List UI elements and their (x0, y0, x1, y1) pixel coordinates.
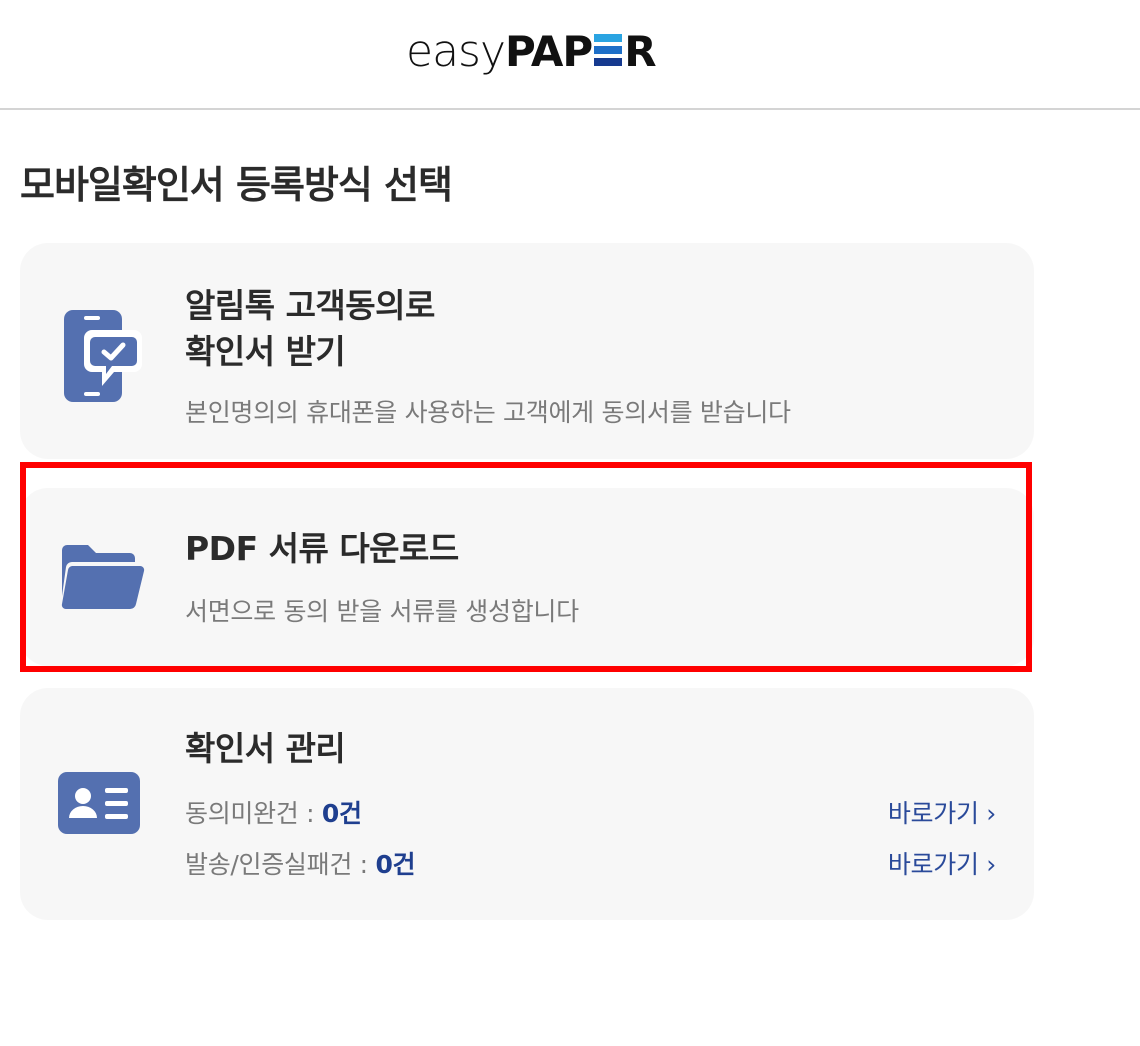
logo-r-text: R (624, 27, 656, 76)
failed-send-auth-label: 발송/인증실패건 : (185, 850, 376, 879)
phone-chat-check-icon (64, 310, 142, 402)
page-title: 모바일확인서 등록방식 선택 (20, 163, 453, 207)
option-alimtalk-title-line1: 알림톡 고객동의로 (185, 286, 435, 325)
pending-consent-label: 동의미완건 : (185, 799, 322, 828)
option-pdf-description: 서면으로 동의 받을 서류를 생성합니다 (185, 597, 579, 626)
option-alimtalk-card[interactable]: 알림톡 고객동의로 확인서 받기 본인명의의 휴대폰을 사용하는 고객에게 동의… (20, 243, 1034, 459)
manage-title: 확인서 관리 (185, 729, 346, 768)
option-alimtalk-description: 본인명의의 휴대폰을 사용하는 고객에게 동의서를 받습니다 (185, 398, 791, 427)
logo-pap-text: PAP (505, 27, 593, 76)
option-alimtalk-title-line2: 확인서 받기 (185, 332, 346, 371)
app-header: easy PAP R (0, 0, 1140, 110)
failed-send-auth-goto-link[interactable]: 바로가기 › (888, 845, 996, 881)
folder-icon (61, 545, 145, 610)
option-pdf-card[interactable]: PDF 서류 다운로드 서면으로 동의 받을 서류를 생성합니다 (20, 488, 1034, 666)
logo-e-mark-icon (594, 34, 623, 66)
easypaper-logo[interactable]: easy PAP R (406, 24, 657, 77)
manage-confirmations-card: 확인서 관리 동의미완건 : 0건 바로가기 › 발송/인증실패건 : 0건 바… (20, 688, 1034, 920)
id-card-icon (58, 772, 140, 834)
logo-easy-text: easy (406, 26, 506, 77)
logo-paper-text: PAP R (505, 27, 657, 76)
failed-send-auth-count: 0건 (375, 850, 416, 879)
pending-consent-row: 동의미완건 : 0건 (185, 794, 362, 830)
pending-consent-count: 0건 (321, 799, 362, 828)
option-pdf-title: PDF 서류 다운로드 (185, 529, 459, 568)
pending-consent-goto-link[interactable]: 바로가기 › (888, 794, 996, 830)
failed-send-auth-row: 발송/인증실패건 : 0건 (185, 845, 416, 881)
